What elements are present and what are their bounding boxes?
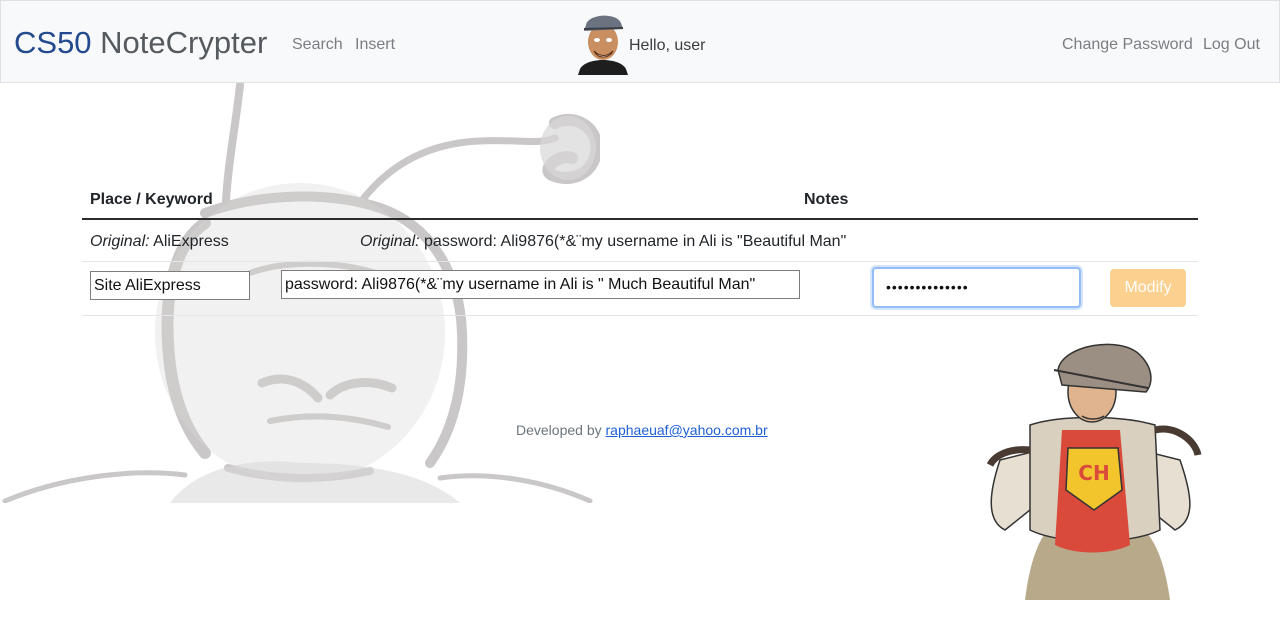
navbar: CS50 NoteCrypter Search Insert Hello, us… (0, 0, 1280, 83)
place-input[interactable] (90, 271, 250, 300)
brand-name: NoteCrypter (91, 25, 268, 60)
change-password-link[interactable]: Change Password (1062, 35, 1193, 55)
original-notes-label: Original: (360, 233, 420, 250)
original-notes-value: password: Ali9876(*&¨my username in Ali … (424, 233, 847, 250)
svg-text:CH: CH (1078, 461, 1109, 485)
user-avatar (578, 15, 628, 75)
nav-search-link[interactable]: Search (292, 35, 343, 55)
footer-credit: Developed by raphaeuaf@yahoo.com.br (516, 421, 768, 439)
brand-logo-link[interactable]: CS50 NoteCrypter (14, 23, 267, 63)
logout-link[interactable]: Log Out (1203, 35, 1260, 55)
original-notes: Original: password: Ali9876(*&¨my userna… (360, 232, 846, 252)
notes-input[interactable] (281, 270, 800, 299)
row-divider-bottom (82, 315, 1198, 316)
user-greeting: Hello, user (629, 37, 706, 54)
row-divider (82, 261, 1198, 262)
original-place-value: AliExpress (153, 233, 229, 250)
column-header-notes: Notes (804, 191, 849, 208)
brand-cs50: CS50 (14, 25, 92, 60)
table-header-divider (82, 218, 1198, 220)
column-header-place: Place / Keyword (90, 191, 213, 208)
original-place-label: Original: (90, 233, 150, 250)
modify-button[interactable]: Modify (1110, 269, 1186, 307)
footer-email-link[interactable]: raphaeuaf@yahoo.com.br (606, 422, 768, 438)
original-place: Original: AliExpress (90, 232, 229, 252)
password-input[interactable]: •••••••••••••• (872, 267, 1081, 308)
superhero-character-illustration: CH (986, 343, 1202, 600)
footer-prefix: Developed by (516, 422, 602, 438)
nav-insert-link[interactable]: Insert (355, 35, 395, 55)
